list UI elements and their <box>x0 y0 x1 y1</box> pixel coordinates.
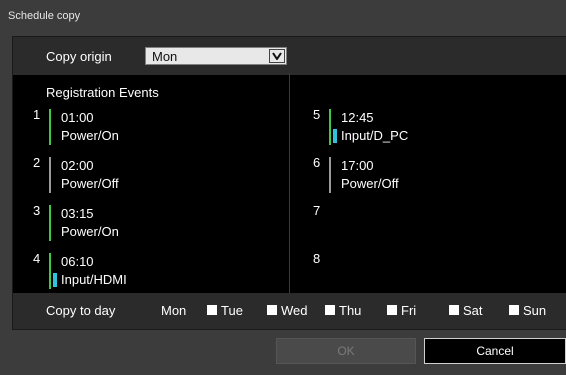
event-slot-7[interactable]: 7 <box>313 203 513 247</box>
event-status-bar <box>49 205 51 241</box>
copy-origin-row: Copy origin Mon <box>13 37 566 75</box>
chevron-down-icon[interactable] <box>269 49 285 63</box>
event-time: 01:00 <box>61 110 94 125</box>
event-status-bar <box>49 253 51 289</box>
event-slot-4[interactable]: 4 06:10 Input/HDMI <box>33 251 233 295</box>
event-status-bar <box>329 109 331 145</box>
event-action: Power/Off <box>341 176 399 191</box>
event-action: Power/On <box>61 128 119 143</box>
copy-origin-select[interactable]: Mon <box>145 47 287 65</box>
ok-button[interactable]: OK <box>276 338 416 364</box>
event-status-bar <box>49 109 51 145</box>
window-title: Schedule copy <box>8 10 81 22</box>
day-label: Mon <box>161 303 187 318</box>
event-time: 03:15 <box>61 206 94 221</box>
day-checkbox[interactable] <box>387 305 397 315</box>
event-action: Input/HDMI <box>61 272 127 287</box>
day-label: Sat <box>463 303 483 318</box>
event-number: 1 <box>33 107 41 122</box>
event-action: Power/Off <box>61 176 119 191</box>
input-tag-icon <box>53 273 57 287</box>
schedule-panel: Copy origin Mon Registration Events 1 01:… <box>12 36 566 330</box>
title-bar: Schedule copy <box>0 0 566 30</box>
event-slot-5[interactable]: 5 12:45 Input/D_PC <box>313 107 513 151</box>
day-checkbox[interactable] <box>267 305 277 315</box>
copy-origin-label: Copy origin <box>46 49 112 64</box>
input-tag-icon <box>333 129 337 143</box>
event-number: 4 <box>33 251 41 266</box>
day-label: Wed <box>281 303 308 318</box>
registration-events-title: Registration Events <box>46 85 159 100</box>
event-time: 06:10 <box>61 254 94 269</box>
event-slot-1[interactable]: 1 01:00 Power/On <box>33 107 233 151</box>
event-slot-2[interactable]: 2 02:00 Power/Off <box>33 155 233 199</box>
event-number: 8 <box>313 251 321 266</box>
day-label: Thu <box>339 303 362 318</box>
event-status-bar <box>49 157 51 193</box>
cancel-button[interactable]: Cancel <box>424 338 566 364</box>
copy-to-day-label: Copy to day <box>46 303 116 318</box>
event-number: 7 <box>313 203 321 218</box>
day-checkbox[interactable] <box>207 305 217 315</box>
day-checkbox[interactable] <box>509 305 519 315</box>
event-slot-8[interactable]: 8 <box>313 251 513 295</box>
day-label: Sun <box>523 303 547 318</box>
day-checkbox[interactable] <box>449 305 459 315</box>
event-slot-6[interactable]: 6 17:00 Power/Off <box>313 155 513 199</box>
event-time: 02:00 <box>61 158 94 173</box>
event-action: Input/D_PC <box>341 128 409 143</box>
copy-origin-value: Mon <box>152 49 178 64</box>
day-label: Tue <box>221 303 243 318</box>
column-divider <box>289 73 290 293</box>
day-label: Fri <box>401 303 417 318</box>
event-number: 3 <box>33 203 41 218</box>
day-checkbox[interactable] <box>325 305 335 315</box>
event-slot-3[interactable]: 3 03:15 Power/On <box>33 203 233 247</box>
event-number: 2 <box>33 155 41 170</box>
event-number: 5 <box>313 107 321 122</box>
event-status-bar <box>329 157 331 193</box>
event-time: 12:45 <box>341 110 374 125</box>
event-number: 6 <box>313 155 321 170</box>
copy-to-day-row: Copy to day Mon Tue Wed Thu Fri Sat Sun <box>13 293 566 329</box>
event-action: Power/On <box>61 224 119 239</box>
schedule-copy-dialog: Schedule copy Copy origin Mon Registrati… <box>0 0 566 375</box>
event-time: 17:00 <box>341 158 374 173</box>
